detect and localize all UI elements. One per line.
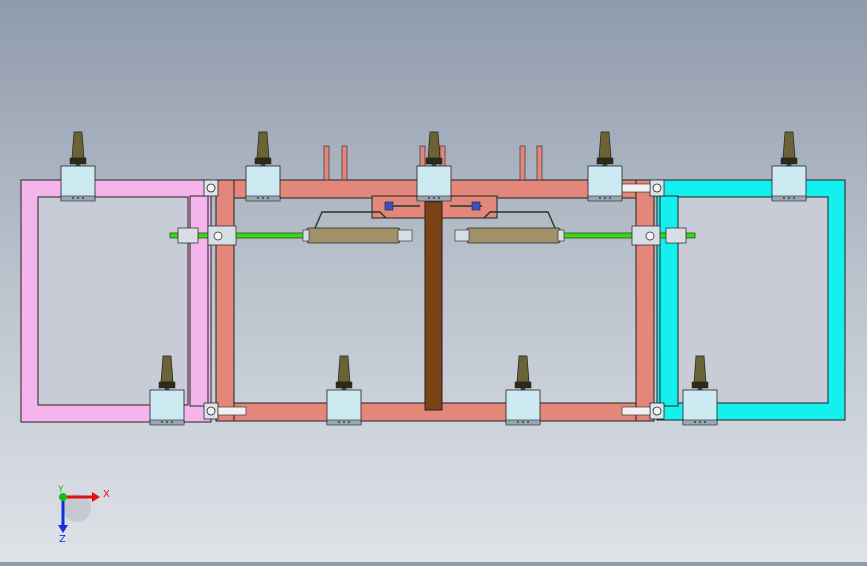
hinge-plate bbox=[621, 183, 651, 193]
clamp-handle bbox=[71, 131, 85, 159]
upright-post bbox=[536, 145, 543, 181]
upright-post bbox=[341, 145, 348, 181]
left-frame-crossbar bbox=[189, 195, 209, 407]
toggle-clamp bbox=[245, 131, 281, 202]
air-fitting bbox=[471, 201, 481, 211]
hinge bbox=[203, 402, 219, 420]
toggle-clamp bbox=[771, 131, 807, 202]
clamp-handle bbox=[782, 131, 796, 159]
clamp-base-block bbox=[416, 165, 452, 201]
clamp-handle bbox=[160, 355, 174, 383]
rod-clevis bbox=[177, 227, 199, 244]
center-frame-left-rail bbox=[215, 179, 235, 422]
x-axis-label: X bbox=[103, 489, 110, 500]
air-fitting bbox=[384, 201, 394, 211]
clamp-base-block bbox=[245, 165, 281, 201]
clamp-handle bbox=[516, 355, 530, 383]
clamp-handle bbox=[693, 355, 707, 383]
hinge-plate bbox=[217, 406, 247, 416]
center-post bbox=[424, 195, 443, 411]
y-axis-label: Y bbox=[57, 485, 64, 495]
cad-viewport[interactable]: X Y Z bbox=[0, 0, 867, 562]
clamp-base-block bbox=[505, 389, 541, 425]
toggle-clamp bbox=[416, 131, 452, 202]
clamp-handle bbox=[337, 355, 351, 383]
right-frame bbox=[656, 179, 846, 421]
clamp-base-block bbox=[682, 389, 718, 425]
clamp-handle bbox=[427, 131, 441, 159]
z-axis-label: Z bbox=[59, 534, 66, 545]
clamp-base-block bbox=[60, 165, 96, 201]
toggle-clamp bbox=[587, 131, 623, 202]
center-frame-right-rail bbox=[635, 179, 655, 422]
hinge bbox=[203, 179, 219, 197]
upright-post bbox=[519, 145, 526, 181]
clamp-base-block bbox=[326, 389, 362, 425]
pneumatic-cylinder-left bbox=[306, 227, 401, 244]
clamp-base-block bbox=[771, 165, 807, 201]
clamp-handle bbox=[256, 131, 270, 159]
clamp-base-block bbox=[587, 165, 623, 201]
toggle-clamp bbox=[60, 131, 96, 202]
hinge bbox=[649, 402, 665, 420]
hinge bbox=[649, 179, 665, 197]
coordinate-triad: X Y Z bbox=[57, 485, 110, 545]
toggle-clamp bbox=[505, 355, 541, 426]
hinge-plate bbox=[621, 406, 651, 416]
fixture-assembly-drawing: X Y Z bbox=[20, 131, 846, 545]
rod-clevis bbox=[665, 227, 687, 244]
pneumatic-cylinder-right bbox=[466, 227, 561, 244]
clamp-base-block bbox=[149, 389, 185, 425]
clamp-handle bbox=[598, 131, 612, 159]
right-frame-crossbar bbox=[659, 195, 679, 407]
toggle-clamp bbox=[326, 355, 362, 426]
left-frame bbox=[20, 179, 212, 423]
upright-post bbox=[323, 145, 330, 181]
